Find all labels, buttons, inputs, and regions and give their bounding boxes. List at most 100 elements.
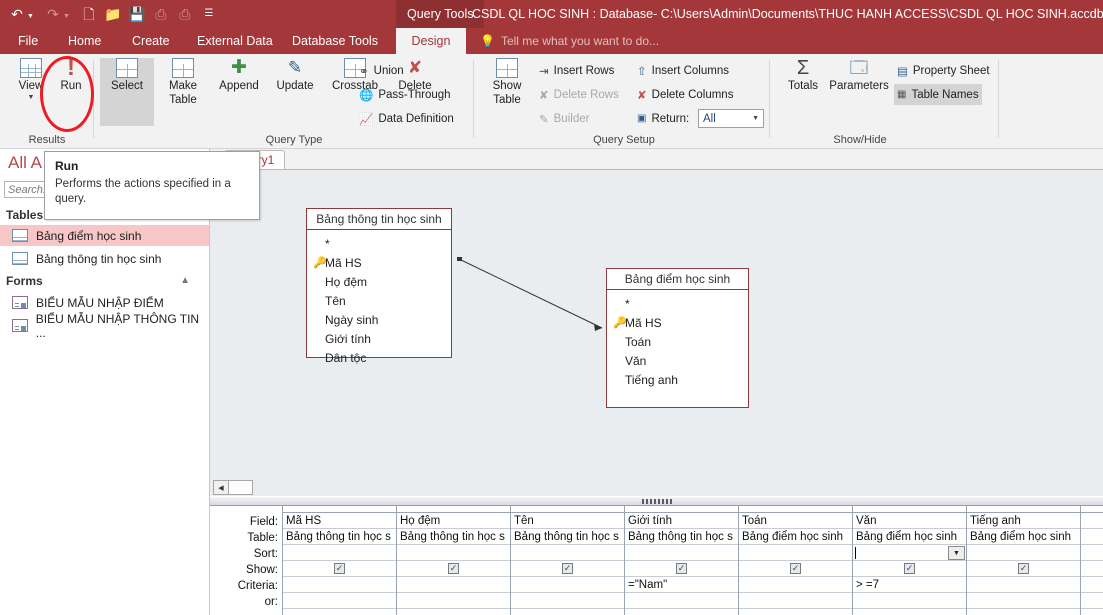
chevron-up-icon[interactable]: ▲ bbox=[180, 275, 190, 286]
redo-icon[interactable]: ↷ bbox=[42, 3, 64, 25]
table-names-button[interactable]: ▦ Table Names bbox=[894, 84, 982, 105]
cell-table[interactable]: Bảng thông tin học s bbox=[397, 529, 510, 545]
cell-criteria[interactable] bbox=[283, 577, 396, 593]
union-query-button[interactable]: ⚭ Union bbox=[356, 60, 407, 81]
show-checkbox[interactable]: ✓ bbox=[334, 563, 345, 574]
cell-field[interactable]: Toán bbox=[739, 513, 852, 529]
pass-through-query-button[interactable]: 🌐 Pass-Through bbox=[356, 84, 454, 105]
tab-file[interactable]: File bbox=[6, 28, 50, 54]
field-row[interactable]: Toán bbox=[607, 332, 748, 351]
cell-field[interactable]: Văn bbox=[853, 513, 966, 529]
data-definition-query-button[interactable]: 📈 Data Definition bbox=[356, 108, 457, 129]
customize-qat-icon[interactable]: ☰ bbox=[198, 3, 220, 25]
append-query-button[interactable]: ✚ Append bbox=[212, 58, 266, 126]
cell-sort[interactable] bbox=[397, 545, 510, 561]
show-checkbox[interactable]: ✓ bbox=[448, 563, 459, 574]
cell-sort-active[interactable]: ▼ bbox=[853, 545, 966, 561]
horizontal-scrollbar[interactable]: ◀ bbox=[213, 480, 253, 495]
nav-item-bang-thong-tin-hoc-sinh[interactable]: Bảng thông tin học sinh bbox=[0, 248, 209, 269]
cell-empty[interactable] bbox=[1081, 545, 1103, 561]
cell-table[interactable]: Bảng thông tin học s bbox=[511, 529, 624, 545]
undo-dropdown-icon[interactable]: ▼ bbox=[27, 13, 34, 20]
cell-criteria[interactable]: > =7 bbox=[853, 577, 966, 593]
field-row[interactable]: * bbox=[307, 234, 451, 253]
cell-table[interactable]: Bảng thông tin học s bbox=[625, 529, 738, 545]
tab-create[interactable]: Create bbox=[120, 28, 182, 54]
cell-table[interactable]: Bảng điểm học sinh bbox=[739, 529, 852, 545]
cell-or[interactable] bbox=[397, 593, 510, 609]
cell-field[interactable]: Mã HS bbox=[283, 513, 396, 529]
tab-external-data[interactable]: External Data bbox=[185, 28, 285, 54]
query-grid-column[interactable]: Tên Bảng thông tin học s ✓ bbox=[510, 506, 624, 615]
property-sheet-button[interactable]: ▤ Property Sheet bbox=[894, 60, 993, 81]
nav-group-tables[interactable]: Tables bbox=[6, 205, 43, 224]
table-box-thong-tin-hoc-sinh[interactable]: Bảng thông tin học sinh * 🔑 Mã HS Họ đệm… bbox=[306, 208, 452, 365]
cell-criteria[interactable] bbox=[397, 577, 510, 593]
cell-criteria[interactable] bbox=[967, 577, 1080, 593]
cell-field[interactable]: Họ đệm bbox=[397, 513, 510, 529]
scroll-left-icon[interactable]: ◀ bbox=[214, 481, 229, 494]
insert-rows-button[interactable]: ⇥ Insert Rows bbox=[536, 60, 617, 81]
cell-extra[interactable] bbox=[739, 609, 852, 615]
cell-field[interactable]: Giới tính bbox=[625, 513, 738, 529]
cell-extra[interactable] bbox=[967, 609, 1080, 615]
column-selector[interactable] bbox=[397, 506, 510, 513]
column-selector[interactable] bbox=[511, 506, 624, 513]
show-checkbox[interactable]: ✓ bbox=[904, 563, 915, 574]
nav-group-forms[interactable]: Forms ▲ bbox=[6, 271, 204, 290]
cell-criteria[interactable] bbox=[511, 577, 624, 593]
open-icon[interactable]: 📁 bbox=[102, 3, 124, 25]
field-row[interactable]: Văn bbox=[607, 351, 748, 370]
column-selector[interactable] bbox=[283, 506, 396, 513]
field-row[interactable]: 🔑 Mã HS bbox=[307, 253, 451, 272]
cell-field[interactable]: Tên bbox=[511, 513, 624, 529]
tab-database-tools[interactable]: Database Tools bbox=[280, 28, 390, 54]
select-query-button[interactable]: Select bbox=[100, 58, 154, 126]
show-checkbox[interactable]: ✓ bbox=[562, 563, 573, 574]
cell-sort[interactable] bbox=[967, 545, 1080, 561]
query-grid-column[interactable]: Văn Bảng điểm học sinh ▼ ✓ > =7 bbox=[852, 506, 966, 615]
cell-show[interactable]: ✓ bbox=[625, 561, 738, 577]
cell-empty[interactable] bbox=[1081, 609, 1103, 615]
cell-table[interactable]: Bảng điểm học sinh bbox=[853, 529, 966, 545]
delete-columns-button[interactable]: ✘ Delete Columns bbox=[634, 84, 736, 105]
nav-item-bieu-mau-nhap-thong-tin[interactable]: BIỂU MẪU NHẬP THÔNG TIN ... bbox=[0, 312, 209, 340]
field-row[interactable]: Tên bbox=[307, 291, 451, 310]
query-grid-column[interactable]: Giới tính Bảng thông tin học s ✓ ="Nam" bbox=[624, 506, 738, 615]
return-value-dropdown[interactable]: All ▼ bbox=[698, 109, 764, 128]
cell-criteria[interactable] bbox=[739, 577, 852, 593]
cell-sort[interactable] bbox=[739, 545, 852, 561]
cell-or[interactable] bbox=[853, 593, 966, 609]
cell-sort[interactable] bbox=[283, 545, 396, 561]
cell-or[interactable] bbox=[625, 593, 738, 609]
cell-extra[interactable] bbox=[625, 609, 738, 615]
cell-show[interactable]: ✓ bbox=[511, 561, 624, 577]
query-grid-column[interactable]: Mã HS Bảng thông tin học s ✓ bbox=[282, 506, 396, 615]
cell-sort[interactable] bbox=[511, 545, 624, 561]
nav-item-bang-diem-hoc-sinh[interactable]: Bảng điểm học sinh bbox=[0, 225, 209, 246]
tell-me-search[interactable]: 💡 Tell me what you want to do... bbox=[480, 28, 659, 54]
query-grid-column[interactable]: Tiếng anh Bảng điểm học sinh ✓ bbox=[966, 506, 1080, 615]
undo-icon[interactable]: ↶ bbox=[6, 3, 28, 25]
chevron-down-icon[interactable]: ▼ bbox=[752, 115, 759, 122]
field-row[interactable]: Giới tính bbox=[307, 329, 451, 348]
query-design-surface[interactable]: Bảng thông tin học sinh * 🔑 Mã HS Họ đệm… bbox=[210, 169, 1103, 615]
cell-or[interactable] bbox=[511, 593, 624, 609]
update-query-button[interactable]: ✎ Update bbox=[268, 58, 322, 126]
cell-empty[interactable] bbox=[1081, 561, 1103, 577]
cell-or[interactable] bbox=[283, 593, 396, 609]
cell-table[interactable]: Bảng điểm học sinh bbox=[967, 529, 1080, 545]
nav-item-bieu-mau-nhap-diem[interactable]: BIỂU MẪU NHẬP ĐIỂM bbox=[0, 292, 209, 313]
cell-extra[interactable] bbox=[511, 609, 624, 615]
insert-columns-button[interactable]: ⇧ Insert Columns bbox=[634, 60, 732, 81]
redo-dropdown-icon[interactable]: ▼ bbox=[63, 13, 70, 20]
cell-show[interactable]: ✓ bbox=[853, 561, 966, 577]
cell-sort[interactable] bbox=[625, 545, 738, 561]
cell-show[interactable]: ✓ bbox=[967, 561, 1080, 577]
column-selector[interactable] bbox=[739, 506, 852, 513]
cell-extra[interactable] bbox=[397, 609, 510, 615]
query-design-grid[interactable]: Field: Table: Sort: Show: Criteria: or: … bbox=[210, 506, 1103, 615]
show-checkbox[interactable]: ✓ bbox=[790, 563, 801, 574]
field-row[interactable]: * bbox=[607, 294, 748, 313]
pane-splitter[interactable] bbox=[210, 496, 1103, 506]
